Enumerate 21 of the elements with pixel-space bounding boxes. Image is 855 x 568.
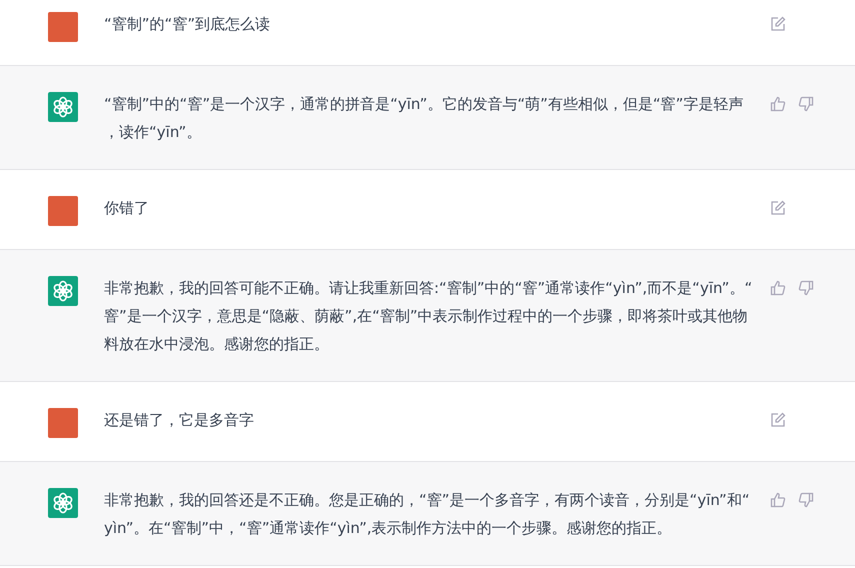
knot-logo-icon bbox=[48, 92, 78, 122]
assistant-message: 非常抱歉，我的回答可能不正确。请让我重新回答:“窨制”中的“窨”通常读作“yìn”,而不是“yīn”。“窨”是一个汉字，意思是“隐蔽、荫蔽”,在“窨制”中表示制作过程中的一个步骤，即将茶叶或其他物料放在水中浸泡。感谢您的指正。 bbox=[104, 278, 754, 355]
thumbs-up-icon[interactable] bbox=[770, 96, 786, 112]
assistant-message: “窨制”中的“窨”是一个汉字，通常的拼音是“yīn”。它的发音与“萌”有些相似，但是“窨”字是轻声，读作“yīn”。 bbox=[104, 94, 744, 143]
thumbs-down-icon[interactable] bbox=[798, 280, 814, 296]
edit-icon[interactable] bbox=[770, 200, 786, 216]
thumbs-down-icon[interactable] bbox=[798, 96, 814, 112]
edit-icon[interactable] bbox=[770, 16, 786, 32]
user-avatar bbox=[48, 408, 78, 438]
knot-logo-icon bbox=[48, 488, 78, 518]
edit-icon[interactable] bbox=[770, 412, 786, 428]
user-message: 还是错了，它是多音字 bbox=[104, 410, 255, 431]
knot-logo-icon bbox=[48, 276, 78, 306]
user-message: 你错了 bbox=[104, 198, 150, 219]
assistant-message: 非常抱歉，我的回答还是不正确。您是正确的，“窨”是一个多音字，有两个读音，分别是“yīn”和“yìn”。在“窨制”中，“窨”通常读作“yìn”,表示制作方法中的一个步骤。感谢您的指正。 bbox=[104, 490, 751, 539]
thumbs-down-icon[interactable] bbox=[798, 492, 814, 508]
user-avatar bbox=[48, 196, 78, 226]
user-message: “窨制”的“窨”到底怎么读 bbox=[104, 14, 272, 35]
thumbs-up-icon[interactable] bbox=[770, 280, 786, 296]
user-avatar bbox=[48, 12, 78, 42]
thumbs-up-icon[interactable] bbox=[770, 492, 786, 508]
